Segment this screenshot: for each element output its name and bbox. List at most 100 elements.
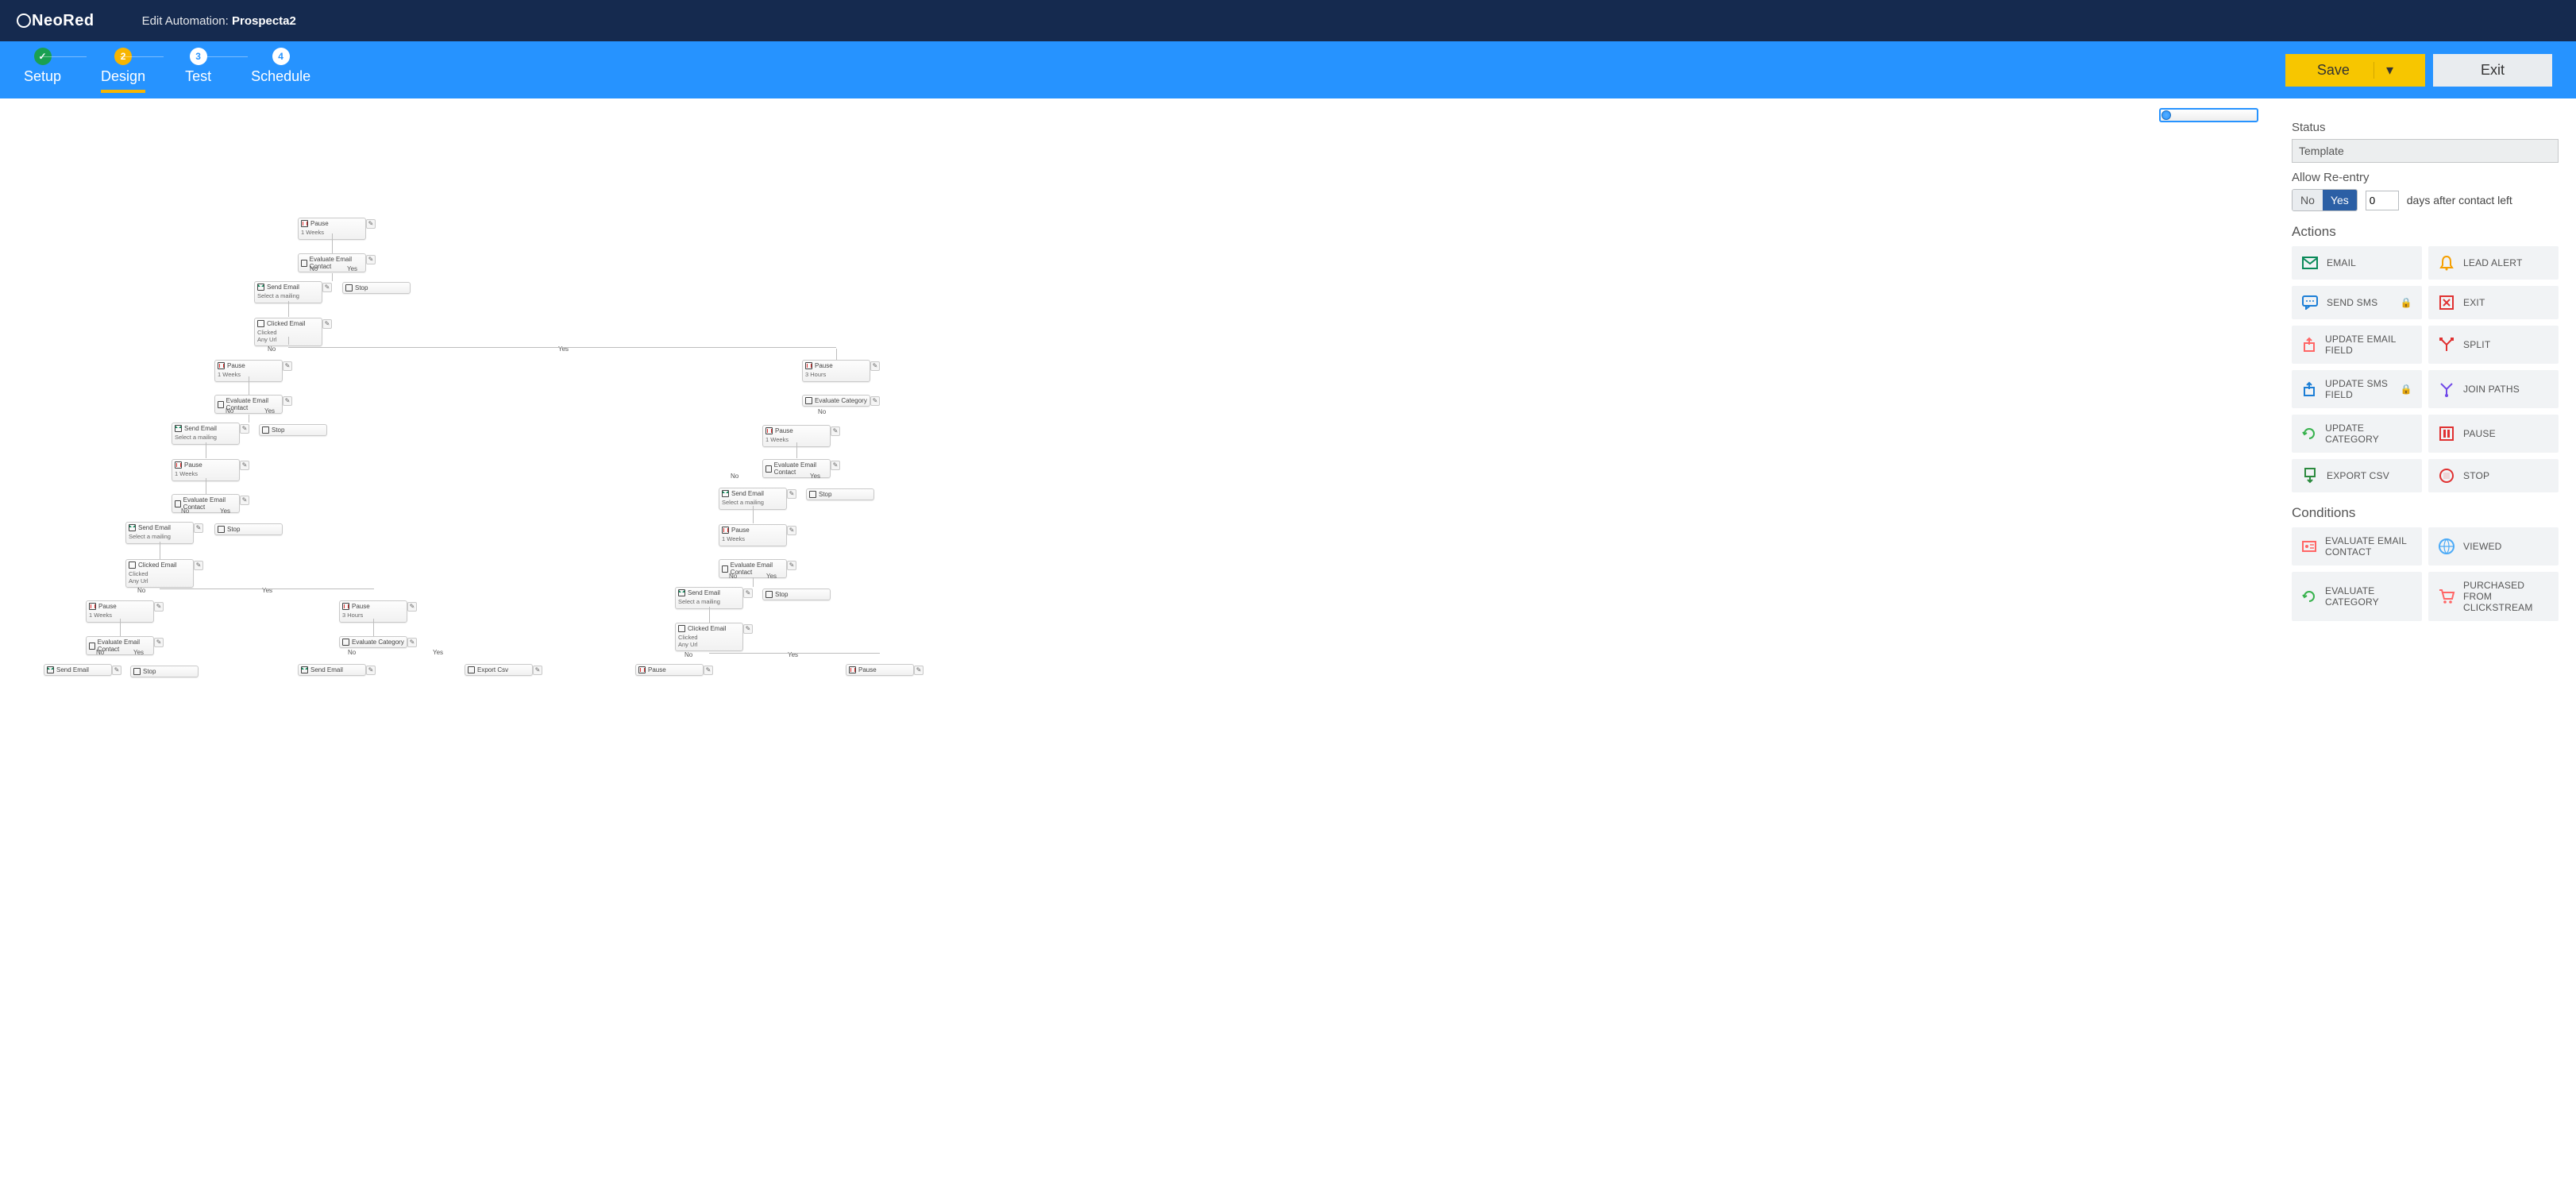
- edit-icon[interactable]: ✎: [240, 424, 249, 434]
- flow-node-pause[interactable]: Pause✎: [635, 664, 704, 676]
- edit-icon[interactable]: ✎: [704, 666, 713, 675]
- flow-node-send_email[interactable]: Send Email✎: [44, 664, 112, 676]
- edit-icon[interactable]: ✎: [407, 638, 417, 647]
- branch-label-yes: Yes: [264, 407, 275, 415]
- step-setup[interactable]: ✓Setup: [24, 48, 61, 85]
- flow-node-send_email[interactable]: Send EmailSelect a mailing✎: [254, 281, 322, 303]
- edit-icon[interactable]: ✎: [154, 602, 164, 612]
- edit-icon[interactable]: ✎: [322, 283, 332, 292]
- edit-icon[interactable]: ✎: [366, 255, 376, 264]
- edit-icon[interactable]: ✎: [240, 496, 249, 505]
- upd-icon: [2301, 380, 2317, 398]
- action-send-sms[interactable]: SEND SMS🔒: [2292, 286, 2422, 319]
- edit-icon[interactable]: ✎: [194, 523, 203, 533]
- branch-label-no: No: [729, 573, 737, 580]
- edit-icon[interactable]: ✎: [112, 666, 121, 675]
- flow-node-eval_email[interactable]: Evaluate Email Contact✎: [762, 459, 831, 478]
- edit-icon[interactable]: ✎: [283, 361, 292, 371]
- bell-icon: [2438, 254, 2455, 272]
- flow-node-pause[interactable]: Pause3 Hours✎: [802, 360, 870, 382]
- exit-button[interactable]: Exit: [2433, 54, 2552, 87]
- properties-panel: Status Template Allow Re-entry No Yes da…: [2274, 98, 2576, 1204]
- sms-icon: [2301, 294, 2319, 311]
- reentry-no[interactable]: No: [2293, 190, 2323, 210]
- edit-icon[interactable]: ✎: [240, 461, 249, 470]
- wizard-steps: ✓Setup 2Design 3Test 4Schedule: [24, 48, 310, 93]
- branch-label-yes: Yes: [433, 649, 443, 656]
- flow-node-send_email[interactable]: Send EmailSelect a mailing✎: [675, 587, 743, 609]
- action-lead-alert[interactable]: LEAD ALERT: [2428, 246, 2559, 280]
- status-field[interactable]: Template: [2292, 139, 2559, 163]
- action-join-paths[interactable]: JOIN PATHS: [2428, 370, 2559, 408]
- edit-icon[interactable]: ✎: [533, 666, 542, 675]
- edit-icon[interactable]: ✎: [283, 396, 292, 406]
- action-split[interactable]: SPLIT: [2428, 326, 2559, 364]
- action-email[interactable]: EMAIL: [2292, 246, 2422, 280]
- flow-node-clicked_email[interactable]: Clicked EmailClickedAny Url✎: [675, 623, 743, 651]
- save-dropdown-icon[interactable]: ▾: [2374, 62, 2393, 79]
- action-update-email-field[interactable]: UPDATE EMAIL FIELD: [2292, 326, 2422, 364]
- cycle-icon: [2301, 588, 2317, 605]
- edit-icon[interactable]: ✎: [407, 602, 417, 612]
- top-bar: NeoRed Edit Automation: Prospecta2: [0, 0, 2576, 41]
- edit-icon[interactable]: ✎: [831, 426, 840, 436]
- reentry-toggle[interactable]: No Yes: [2292, 189, 2358, 211]
- flow-node-send_email[interactable]: Send Email✎: [298, 664, 366, 676]
- condition-evaluate-email-contact[interactable]: EVALUATE EMAIL CONTACT: [2292, 527, 2422, 565]
- edit-icon[interactable]: ✎: [870, 396, 880, 406]
- mail-icon: [2301, 254, 2319, 272]
- edit-icon[interactable]: ✎: [194, 561, 203, 570]
- edit-icon[interactable]: ✎: [743, 588, 753, 598]
- edit-icon[interactable]: ✎: [914, 666, 924, 675]
- edit-icon[interactable]: ✎: [366, 666, 376, 675]
- flow-node-pause[interactable]: Pause✎: [846, 664, 914, 676]
- branch-label-yes: Yes: [220, 507, 230, 515]
- action-pause[interactable]: PAUSE: [2428, 415, 2559, 453]
- flow-node-export_csv[interactable]: Export Csv✎: [465, 664, 533, 676]
- flow-node-pause[interactable]: Pause1 Weeks✎: [719, 524, 787, 546]
- step-design[interactable]: 2Design: [101, 48, 145, 93]
- action-export-csv[interactable]: EXPORT CSV: [2292, 459, 2422, 492]
- action-update-category[interactable]: UPDATE CATEGORY: [2292, 415, 2422, 453]
- flow-node-send_email[interactable]: Send EmailSelect a mailing✎: [172, 423, 240, 445]
- edit-icon[interactable]: ✎: [787, 526, 796, 535]
- step-test[interactable]: 3Test: [185, 48, 211, 85]
- reentry-yes[interactable]: Yes: [2323, 190, 2357, 210]
- edit-icon[interactable]: ✎: [870, 361, 880, 371]
- condition-purchased-from-clickstream[interactable]: PURCHASED FROM CLICKSTREAM: [2428, 572, 2559, 621]
- lock-icon: 🔒: [2401, 297, 2412, 308]
- save-button[interactable]: Save▾: [2285, 54, 2425, 87]
- edit-icon[interactable]: ✎: [322, 319, 332, 329]
- action-exit[interactable]: EXIT: [2428, 286, 2559, 319]
- flow-node-stop[interactable]: Stop: [259, 424, 327, 436]
- action-update-sms-field[interactable]: UPDATE SMS FIELD🔒: [2292, 370, 2422, 408]
- reentry-days-input[interactable]: [2366, 191, 2399, 210]
- edit-icon[interactable]: ✎: [366, 219, 376, 229]
- edit-icon[interactable]: ✎: [787, 489, 796, 499]
- flow-canvas[interactable]: Pause1 Weeks✎ Evaluate Email Contact✎ Send…: [0, 98, 2274, 1204]
- flow-node-eval_cat[interactable]: Evaluate Category✎: [802, 395, 870, 407]
- edit-icon[interactable]: ✎: [743, 624, 753, 634]
- condition-viewed[interactable]: VIEWED: [2428, 527, 2559, 565]
- edit-icon[interactable]: ✎: [787, 561, 796, 570]
- flow-node-stop[interactable]: Stop: [762, 588, 831, 600]
- zoom-slider[interactable]: [2159, 108, 2258, 122]
- flow-node-stop[interactable]: Stop: [342, 282, 411, 294]
- flow-node-send_email[interactable]: Send EmailSelect a mailing✎: [125, 522, 194, 544]
- action-stop[interactable]: STOP: [2428, 459, 2559, 492]
- pause-icon: [2438, 425, 2455, 442]
- step-schedule[interactable]: 4Schedule: [251, 48, 310, 85]
- condition-evaluate-category[interactable]: EVALUATE CATEGORY: [2292, 572, 2422, 621]
- flow-node-stop[interactable]: Stop: [130, 666, 199, 677]
- flow-node-eval_cat[interactable]: Evaluate Category✎: [339, 636, 407, 648]
- branch-label-yes: Yes: [347, 265, 357, 272]
- branch-label-yes: Yes: [133, 649, 144, 656]
- flow-node-stop[interactable]: Stop: [806, 488, 874, 500]
- edit-icon[interactable]: ✎: [831, 461, 840, 470]
- branch-label-no: No: [137, 587, 145, 594]
- branch-label-yes: Yes: [766, 573, 777, 580]
- flow-node-stop[interactable]: Stop: [214, 523, 283, 535]
- page-title: Edit Automation: Prospecta2: [142, 14, 296, 28]
- flow-node-clicked_email[interactable]: Clicked EmailClickedAny Url✎: [125, 559, 194, 588]
- edit-icon[interactable]: ✎: [154, 638, 164, 647]
